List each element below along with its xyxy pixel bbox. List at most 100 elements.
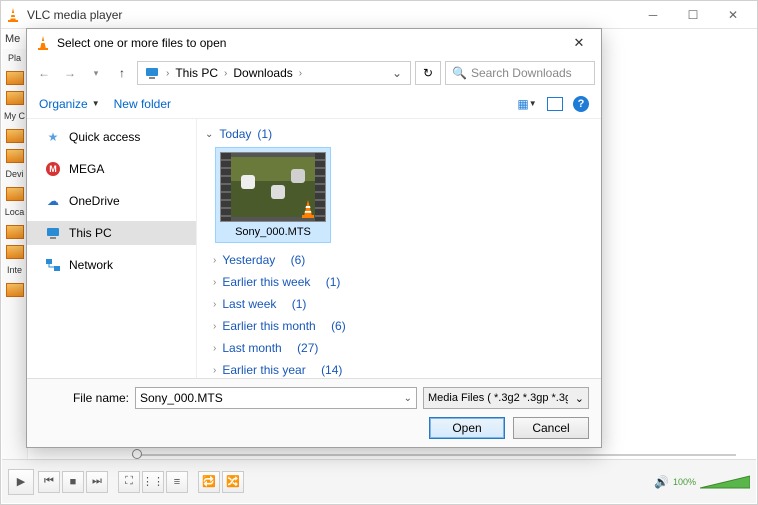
left-label: Devi [5,169,23,179]
refresh-button[interactable]: ↻ [415,61,441,85]
dialog-toolbar: Organize▼ New folder ▦ ▼ ? [27,89,601,119]
maximize-button[interactable]: ☐ [673,2,713,28]
menu-truncated[interactable]: Me [5,33,20,45]
group-header[interactable]: ›Yesterday (6) [205,249,601,271]
fullscreen-button[interactable]: ⛶ [118,471,140,493]
filename-value: Sony_000.MTS [140,391,223,405]
pc-icon [144,65,160,81]
sidebar-item-this-pc[interactable]: This PC [27,221,196,245]
dropdown-icon[interactable]: ⌄ [575,392,584,405]
file-list-area: ⌄ Today (1) Sony_000.MTS ›Yesterday (6) … [197,119,601,378]
group-count: (1) [257,127,272,141]
view-mode-button[interactable]: ▦ ▼ [517,96,537,112]
file-type-filter[interactable]: Media Files ( *.3g2 *.3gp *.3gp2 ⌄ [423,387,589,409]
left-icon[interactable] [6,245,24,259]
speaker-icon[interactable]: 🔊 [654,475,669,489]
group-header[interactable]: ›Last week (1) [205,293,601,315]
shuffle-button[interactable]: 🔀 [222,471,244,493]
cancel-button[interactable]: Cancel [513,417,589,439]
filename-input[interactable]: Sony_000.MTS ⌄ [135,387,417,409]
left-label: My C [4,111,25,121]
filter-text: Media Files ( *.3g2 *.3gp *.3gp2 [428,392,568,404]
video-thumbnail [220,152,326,222]
address-bar[interactable]: › This PC › Downloads › ⌄ [137,61,411,85]
mega-icon: M [45,161,61,177]
sidebar-item-network[interactable]: Network [27,253,196,277]
vlc-cone-icon [35,35,51,51]
window-controls: ─ ☐ ✕ [633,2,753,28]
dropdown-icon[interactable]: ⌄ [400,393,412,404]
recent-dropdown-icon[interactable]: ▾ [85,62,107,84]
ext-settings-button[interactable]: ⋮⋮ [142,471,164,493]
sidebar-item-label: OneDrive [69,194,120,208]
chevron-right-icon: › [213,299,216,310]
group-header-today[interactable]: ⌄ Today (1) [205,123,601,145]
volume-control[interactable]: 🔊 100% [654,474,750,490]
sidebar-item-label: This PC [69,226,112,240]
left-icon[interactable] [6,149,24,163]
volume-slider[interactable] [700,474,750,490]
next-button[interactable]: ⏭ [86,471,108,493]
up-button[interactable]: ↑ [111,62,133,84]
open-button[interactable]: Open [429,417,505,439]
chevron-right-icon: › [213,277,216,288]
play-button[interactable]: ▶ [8,469,34,495]
sidebar-item-label: MEGA [69,162,104,176]
forward-button[interactable]: → [59,62,81,84]
left-icon[interactable] [6,283,24,297]
breadcrumb-folder[interactable]: Downloads [229,66,296,80]
breadcrumb-root[interactable]: This PC [171,66,222,80]
left-label: Loca [5,207,25,217]
search-input[interactable]: 🔍 Search Downloads [445,61,595,85]
playlist-button[interactable]: ≡ [166,471,188,493]
chevron-right-icon: › [213,343,216,354]
seek-thumb-icon[interactable] [132,449,142,459]
left-icon[interactable] [6,91,24,105]
group-header[interactable]: ›Earlier this year (14) [205,359,601,378]
file-open-dialog: Select one or more files to open ✕ ← → ▾… [26,28,602,448]
dialog-close-button[interactable]: ✕ [565,31,593,55]
network-icon [45,257,61,273]
back-button[interactable]: ← [33,62,55,84]
vlc-window-title: VLC media player [27,8,633,22]
chevron-right-icon: › [213,365,216,376]
vlc-titlebar: VLC media player ─ ☐ ✕ [1,1,757,29]
sidebar-item-mega[interactable]: M MEGA [27,157,196,181]
group-header[interactable]: ›Earlier this week (1) [205,271,601,293]
vlc-cone-icon [5,7,21,23]
left-icon[interactable] [6,225,24,239]
preview-pane-button[interactable] [547,97,563,111]
dialog-nav-row: ← → ▾ ↑ › This PC › Downloads › ⌄ ↻ 🔍 Se… [27,57,601,89]
chevron-right-icon: › [213,321,216,332]
organize-menu[interactable]: Organize▼ [39,97,100,111]
vlc-left-panel: Pla My C Devi Loca Inte [2,49,28,459]
dialog-title: Select one or more files to open [57,36,565,50]
left-icon[interactable] [6,129,24,143]
close-button[interactable]: ✕ [713,2,753,28]
player-controls-bar: ▶ ⏮ ■ ⏭ ⛶ ⋮⋮ ≡ 🔁 🔀 🔊 100% [2,459,756,503]
loop-button[interactable]: 🔁 [198,471,220,493]
left-icon[interactable] [6,187,24,201]
stop-button[interactable]: ■ [62,471,84,493]
left-icon[interactable] [6,71,24,85]
group-label: Today [219,127,251,141]
new-folder-button[interactable]: New folder [114,97,171,111]
dialog-body: ★ Quick access M MEGA ☁ OneDrive This PC [27,119,601,378]
sidebar-item-label: Quick access [69,130,140,144]
dialog-footer: File name: Sony_000.MTS ⌄ Media Files ( … [27,378,601,447]
group-header[interactable]: ›Earlier this month (6) [205,315,601,337]
left-label: Inte [7,265,22,275]
chevron-down-icon: ⌄ [205,129,213,140]
sidebar-item-quick-access[interactable]: ★ Quick access [27,125,196,149]
prev-button[interactable]: ⏮ [38,471,60,493]
group-header[interactable]: ›Last month (27) [205,337,601,359]
file-item-selected[interactable]: Sony_000.MTS [215,147,331,243]
help-icon[interactable]: ? [573,96,589,112]
seek-track[interactable] [132,452,736,458]
minimize-button[interactable]: ─ [633,2,673,28]
address-dropdown-icon[interactable]: ⌄ [386,66,408,80]
left-label: Pla [8,53,21,63]
pc-icon [45,225,61,241]
sidebar-item-onedrive[interactable]: ☁ OneDrive [27,189,196,213]
file-name-label: Sony_000.MTS [220,222,326,238]
